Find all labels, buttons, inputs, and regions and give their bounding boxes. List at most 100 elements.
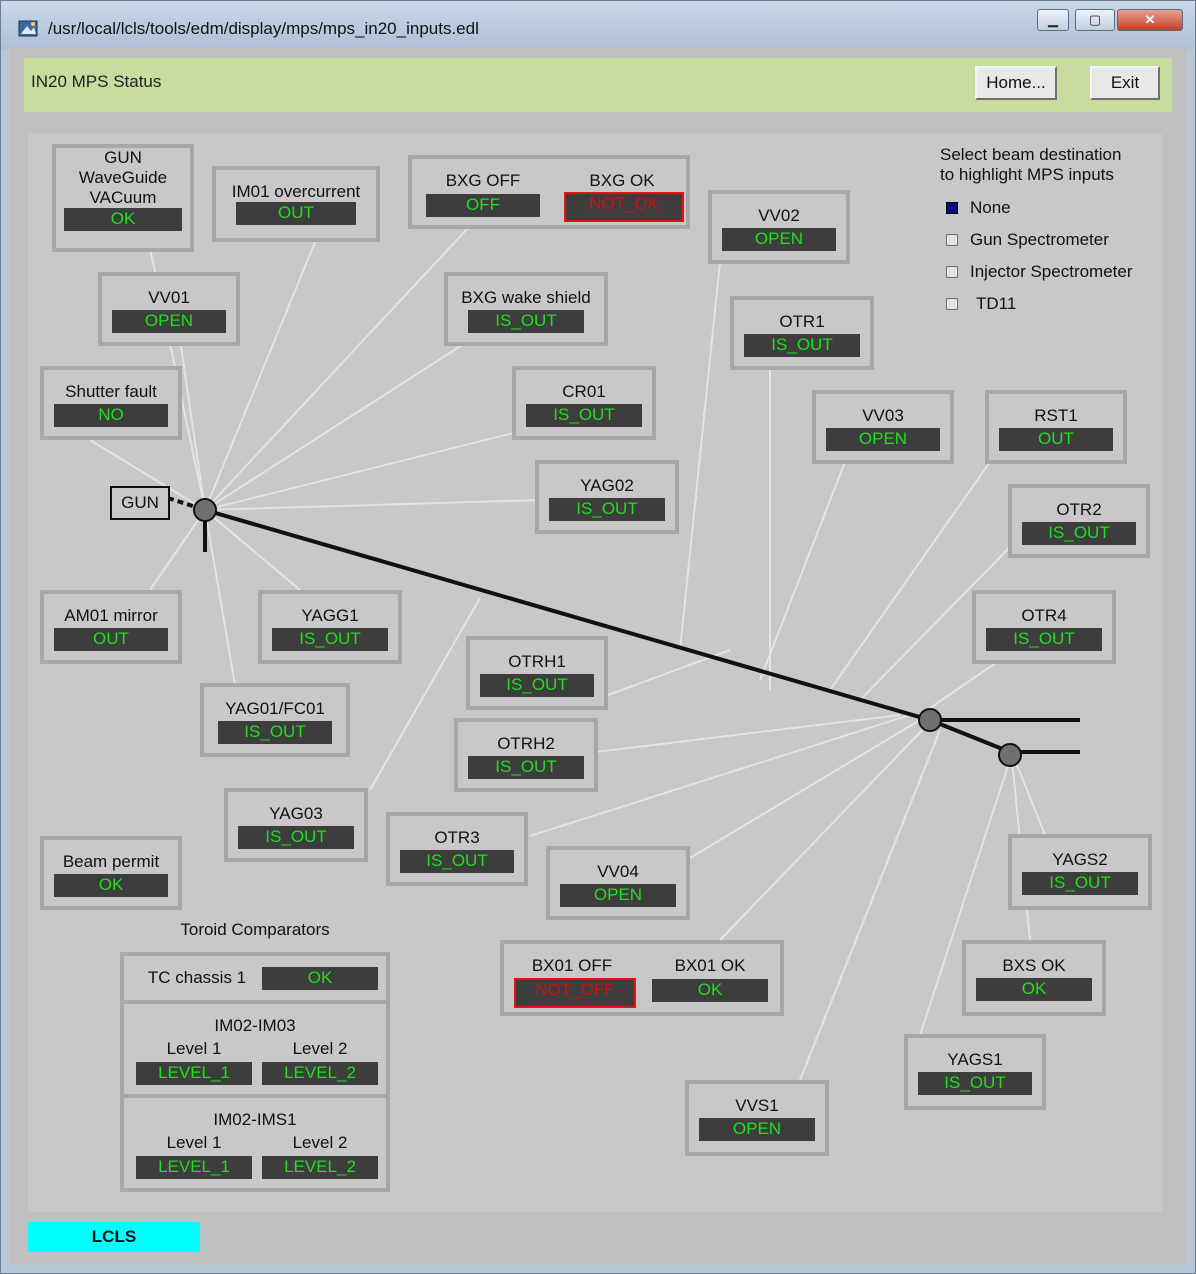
im02-ims1-level1-value: LEVEL_1 [136,1156,252,1179]
toroid-heading: Toroid Comparators [180,920,330,939]
yags2-value: IS_OUT [1022,872,1138,895]
im02-im03-box: IM02-IM03 Level 1 Level 2 LEVEL_1 LEVEL_… [120,1000,390,1098]
otrh2-label: OTRH2 [497,734,555,753]
bxs-ok-box: BXS OK OK [962,940,1106,1016]
bxg-wake-value: IS_OUT [468,310,584,333]
destination-option-label: TD11 [976,294,1017,313]
am01-label: AM01 mirror [64,606,158,625]
destination-option-label: Injector Spectrometer [970,262,1133,281]
vv04-box: VV04 OPEN [546,846,690,920]
destination-heading-2: to highlight MPS inputs [940,165,1114,184]
gun-marker: GUN [110,486,170,520]
im02-im03-level2-label: Level 2 [292,1039,348,1058]
im02-im03-level1-label: Level 1 [166,1039,222,1058]
im02-ims1-box: IM02-IMS1 Level 1 Level 2 LEVEL_1 LEVEL_… [120,1094,390,1192]
junction-bxs [998,743,1022,767]
otr4-value: IS_OUT [986,628,1102,651]
otrh1-value: IS_OUT [480,674,594,697]
yag01-label: YAG01/FC01 [225,699,325,718]
radio-selected-icon[interactable] [946,202,958,214]
yag02-label: YAG02 [580,476,634,495]
junction-bx01 [918,708,942,732]
radio-icon[interactable] [946,234,958,246]
bxg-wake-box: BXG wake shield IS_OUT [444,272,608,346]
cr01-value: IS_OUT [526,404,642,427]
im02-im03-title: IM02-IM03 [214,1016,296,1035]
junction-gun [193,498,217,522]
yag02-box: YAG02 IS_OUT [535,460,679,534]
destination-option-label: None [970,198,1011,217]
gun-waveguide-value: OK [64,208,182,231]
otr1-box: OTR1 IS_OUT [730,296,874,370]
otr2-box: OTR2 IS_OUT [1008,484,1150,558]
cr01-box: CR01 IS_OUT [512,366,656,440]
radio-icon[interactable] [946,298,958,310]
rst1-box: RST1 OUT [985,390,1127,464]
vvs1-value: OPEN [699,1118,815,1141]
vv02-value: OPEN [722,228,836,251]
destination-option-label: Gun Spectrometer [970,230,1109,249]
im02-im03-level2-value: LEVEL_2 [262,1062,378,1085]
gun-waveguide-label-2: WaveGuide [78,168,168,187]
otr2-value: IS_OUT [1022,522,1136,545]
bx01-ok-label: BX01 OK [674,956,746,975]
tc-chassis-label: TC chassis 1 [147,968,247,987]
bx01-off-value: NOT_OFF [514,978,636,1008]
bx01-box: BX01 OFF NOT_OFF BX01 OK OK [500,940,784,1016]
bxg-ok-value: NOT_OK [564,192,684,222]
shutter-box: Shutter fault NO [40,366,182,440]
otr3-box: OTR3 IS_OUT [386,812,528,886]
cr01-label: CR01 [562,382,606,401]
vv01-box: VV01 OPEN [98,272,240,346]
otr1-value: IS_OUT [744,334,860,357]
destination-heading-1: Select beam destination [940,145,1122,164]
beam-permit-label: Beam permit [62,852,160,871]
im02-ims1-level2-label: Level 2 [292,1133,348,1152]
yag03-label: YAG03 [269,804,323,823]
shutter-label: Shutter fault [65,382,157,401]
am01-value: OUT [54,628,168,651]
im01-box: IM01 overcurrent OUT [212,166,380,242]
im02-im03-level1-value: LEVEL_1 [136,1062,252,1085]
yags1-label: YAGS1 [947,1050,1003,1069]
bxg-box: BXG OFF OFF BXG OK NOT_OK [408,155,690,229]
vvs1-box: VVS1 OPEN [685,1080,829,1156]
bx01-ok-value: OK [652,979,768,1002]
lcls-badge: LCLS [28,1222,200,1252]
vv03-label: VV03 [862,406,904,425]
bxg-wake-label: BXG wake shield [461,288,591,307]
yags2-box: YAGS2 IS_OUT [1008,834,1152,910]
bxg-ok-label: BXG OK [589,171,655,190]
bxg-off-label: BXG OFF [445,171,521,190]
otrh1-box: OTRH1 IS_OUT [466,636,608,710]
otrh1-label: OTRH1 [508,652,566,671]
im01-label: IM01 overcurrent [231,182,361,201]
tc-chassis-box: TC chassis 1 OK [120,952,390,1004]
im01-value: OUT [236,202,356,225]
gun-waveguide-label-1: GUN [104,148,142,167]
bxs-ok-value: OK [976,978,1092,1001]
otr4-box: OTR4 IS_OUT [972,590,1116,664]
yag01-box: YAG01/FC01 IS_OUT [200,683,350,757]
yags1-box: YAGS1 IS_OUT [904,1034,1046,1110]
im02-ims1-level2-value: LEVEL_2 [262,1156,378,1179]
rst1-label: RST1 [1034,406,1078,425]
beam-permit-value: OK [54,874,168,897]
bx01-off-label: BX01 OFF [531,956,613,975]
bxs-ok-label: BXS OK [1002,956,1066,975]
yags1-value: IS_OUT [918,1072,1032,1095]
yagg1-box: YAGG1 IS_OUT [258,590,402,664]
otrh2-value: IS_OUT [468,756,584,779]
otr1-label: OTR1 [779,312,825,331]
rst1-value: OUT [999,428,1113,451]
vvs1-label: VVS1 [735,1096,779,1115]
shutter-value: NO [54,404,168,427]
vv04-label: VV04 [597,862,639,881]
radio-icon[interactable] [946,266,958,278]
tc-chassis-value: OK [262,967,378,990]
otr3-value: IS_OUT [400,850,514,873]
vv02-box: VV02 OPEN [708,190,850,264]
yags2-label: YAGS2 [1052,850,1108,869]
otrh2-box: OTRH2 IS_OUT [454,718,598,792]
vv03-box: VV03 OPEN [812,390,954,464]
